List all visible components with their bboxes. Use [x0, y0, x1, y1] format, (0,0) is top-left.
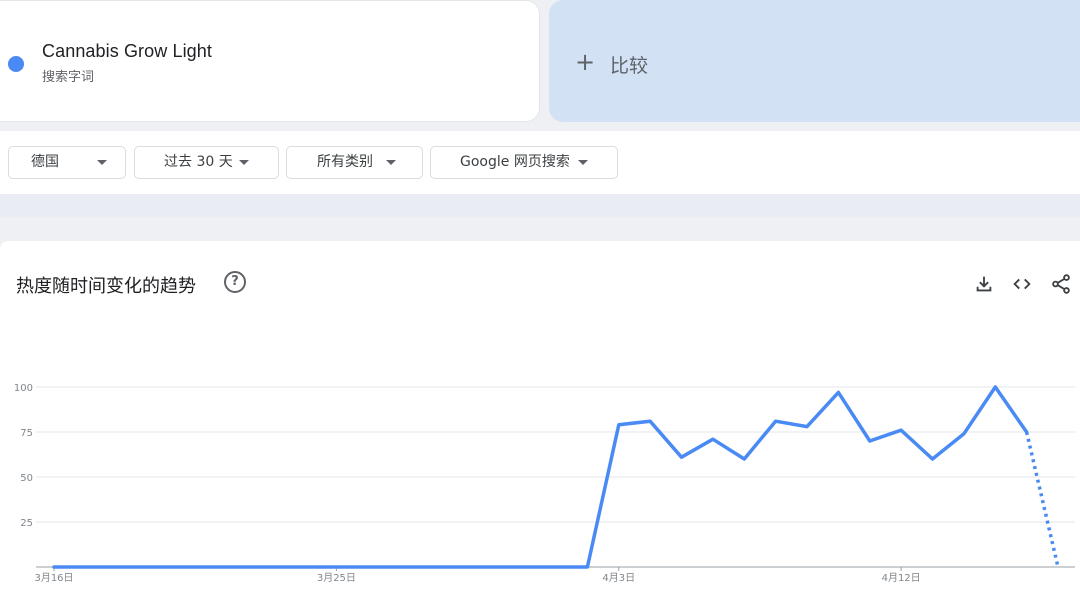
compare-label: 比较 [610, 55, 649, 77]
filter-bar: 德国 过去 30 天 所有类别 Google 网页搜索 [0, 131, 1080, 194]
data-point[interactable] [52, 565, 56, 569]
chevron-down-icon [578, 160, 588, 165]
data-point[interactable] [962, 432, 966, 436]
x-tick-label: 4月3日 [602, 572, 635, 584]
series-color-dot [8, 56, 24, 72]
data-point[interactable] [146, 565, 150, 569]
data-point[interactable] [648, 419, 652, 423]
plus-icon: + [575, 48, 596, 76]
data-point[interactable] [429, 565, 433, 569]
data-point[interactable] [115, 565, 119, 569]
search-term-type: 搜索字词 [42, 70, 95, 85]
data-point[interactable] [742, 457, 746, 461]
x-tick-label: 4月12日 [882, 572, 921, 584]
data-point[interactable] [899, 428, 903, 432]
filter-time-range-label: 过去 30 天 [164, 154, 233, 170]
x-tick-label: 3月16日 [34, 572, 73, 584]
series-line-partial [1024, 431, 1060, 568]
section-divider [0, 194, 1080, 217]
data-point[interactable] [554, 565, 558, 569]
search-term-name[interactable]: Cannabis Grow Light [42, 41, 212, 62]
search-term-card[interactable]: Cannabis Grow Light 搜索字词 [0, 0, 540, 122]
filter-region-label: 德国 [31, 154, 59, 170]
data-point[interactable] [523, 565, 527, 569]
filter-search-type[interactable]: Google 网页搜索 [430, 146, 618, 179]
data-point[interactable] [993, 385, 997, 389]
data-point[interactable] [1056, 565, 1060, 569]
data-point[interactable] [774, 419, 778, 423]
data-point[interactable] [397, 565, 401, 569]
data-point[interactable] [680, 455, 684, 459]
y-tick-label: 50 [20, 473, 33, 484]
data-point[interactable] [240, 565, 244, 569]
data-point[interactable] [585, 565, 589, 569]
filter-region[interactable]: 德国 [8, 146, 126, 179]
compare-button[interactable]: + 比较 [549, 0, 1080, 122]
y-tick-label: 75 [20, 428, 33, 439]
data-point[interactable] [1025, 430, 1029, 434]
filter-category[interactable]: 所有类别 [286, 146, 423, 179]
data-point[interactable] [931, 457, 935, 461]
data-point[interactable] [83, 565, 87, 569]
chevron-down-icon [97, 160, 107, 165]
data-point[interactable] [491, 565, 495, 569]
y-tick-label: 25 [20, 518, 33, 529]
data-point[interactable] [178, 565, 182, 569]
filter-search-type-label: Google 网页搜索 [460, 154, 570, 170]
chevron-down-icon [386, 160, 396, 165]
data-point[interactable] [868, 439, 872, 443]
data-point[interactable] [272, 565, 276, 569]
x-tick-label: 3月25日 [317, 572, 356, 584]
chevron-down-icon [239, 160, 249, 165]
interest-over-time-card: 热度随时间变化的趋势 ? 25 50 75 100 3月16日 3月25日 4月3日 4月12… [0, 241, 1080, 589]
data-point[interactable] [460, 565, 464, 569]
data-point[interactable] [303, 565, 307, 569]
trend-line-chart[interactable]: 25 50 75 100 3月16日 3月25日 4月3日 4月12日 [0, 241, 1080, 589]
data-point[interactable] [209, 565, 213, 569]
data-point[interactable] [805, 425, 809, 429]
data-point[interactable] [711, 437, 715, 441]
y-tick-label: 100 [14, 383, 33, 394]
filter-category-label: 所有类别 [317, 154, 373, 170]
data-point[interactable] [334, 565, 338, 569]
data-point[interactable] [836, 390, 840, 394]
filter-time-range[interactable]: 过去 30 天 [134, 146, 279, 179]
data-point[interactable] [617, 423, 621, 427]
data-point[interactable] [366, 565, 370, 569]
